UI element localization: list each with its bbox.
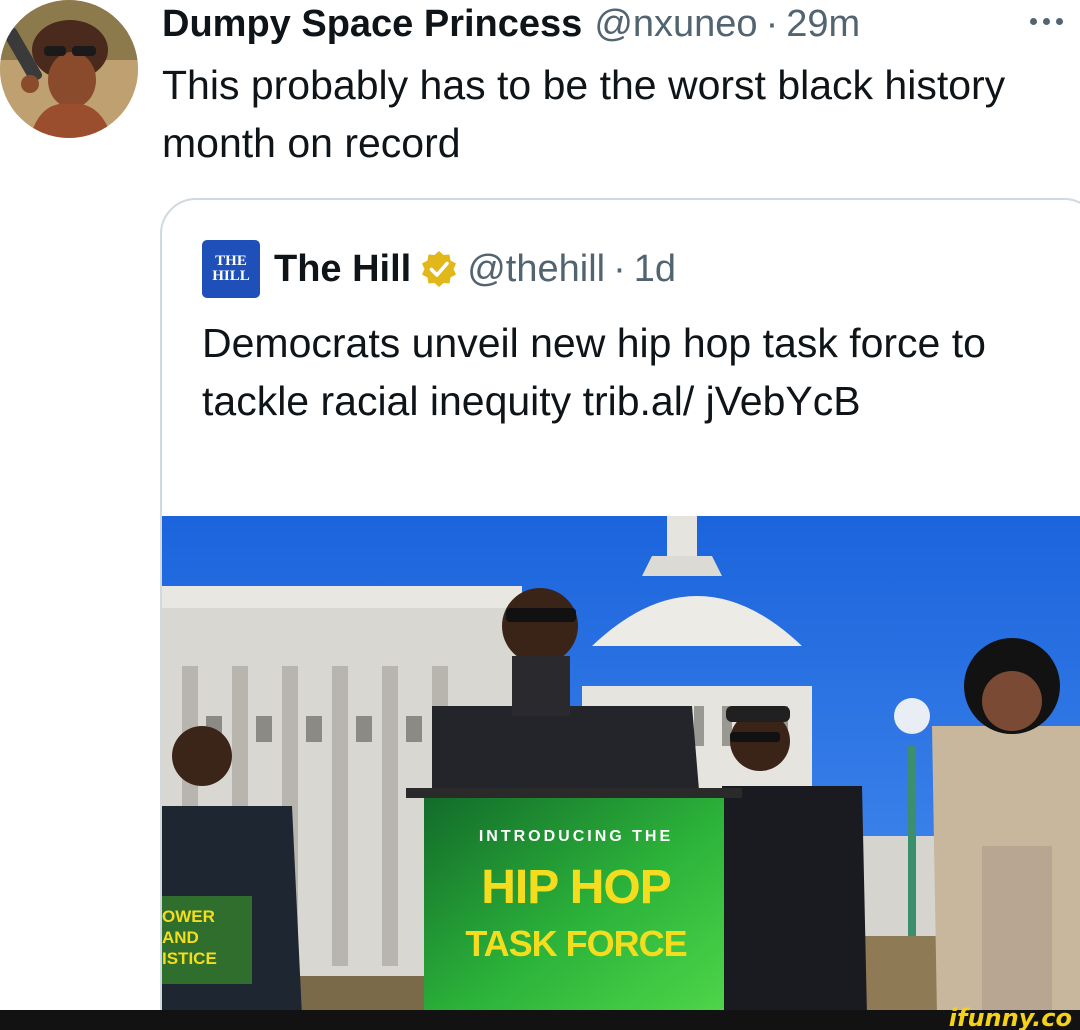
tweet-header: Dumpy Space Princess @nxuneo · 29m: [162, 2, 860, 46]
user-handle[interactable]: @nxuneo: [594, 2, 757, 46]
side-sign: OWER AND ISTICE: [162, 907, 217, 968]
quoted-timestamp[interactable]: 1d: [634, 248, 676, 291]
separator-dot: ·: [765, 3, 779, 45]
verified-badge-icon: [422, 251, 457, 287]
quoted-tweet-media[interactable]: INTRODUCING THE HIP HOP TASK FORCE OWER …: [162, 516, 1080, 1016]
tweet-timestamp[interactable]: 29m: [786, 2, 860, 46]
podium-sign-subtitle: TASK FORCE: [465, 923, 687, 964]
watermark-bar: ifunny.co: [0, 1006, 1080, 1030]
quoted-tweet-text: Democrats unveil new hip hop task force …: [202, 320, 986, 424]
tweet-text: This probably has to be the worst black …: [162, 62, 1006, 166]
avatar-photo: [0, 0, 138, 138]
logo-line-1: THE: [215, 253, 247, 269]
ifunny-watermark[interactable]: ifunny.co: [949, 1006, 1072, 1030]
more-options-icon[interactable]: [1030, 14, 1070, 28]
avatar[interactable]: [0, 0, 138, 138]
the-hill-logo[interactable]: THE HILL: [202, 240, 260, 298]
quoted-user-handle[interactable]: @thehill: [467, 248, 605, 291]
display-name[interactable]: Dumpy Space Princess: [162, 2, 582, 46]
podium-sign-title: HIP HOP: [481, 861, 672, 914]
more-dot: [1043, 17, 1050, 25]
podium-sign-intro: INTRODUCING THE: [478, 828, 674, 845]
quoted-tweet-card[interactable]: THE HILL The Hill @thehill · 1d Democrat…: [160, 198, 1080, 1030]
quoted-tweet-header: THE HILL The Hill @thehill · 1d: [202, 240, 676, 298]
more-dot: [1030, 17, 1037, 25]
quoted-display-name[interactable]: The Hill: [274, 248, 411, 291]
more-dot: [1056, 17, 1063, 25]
quoted-separator-dot: ·: [613, 247, 626, 290]
logo-line-2: HILL: [212, 268, 250, 284]
